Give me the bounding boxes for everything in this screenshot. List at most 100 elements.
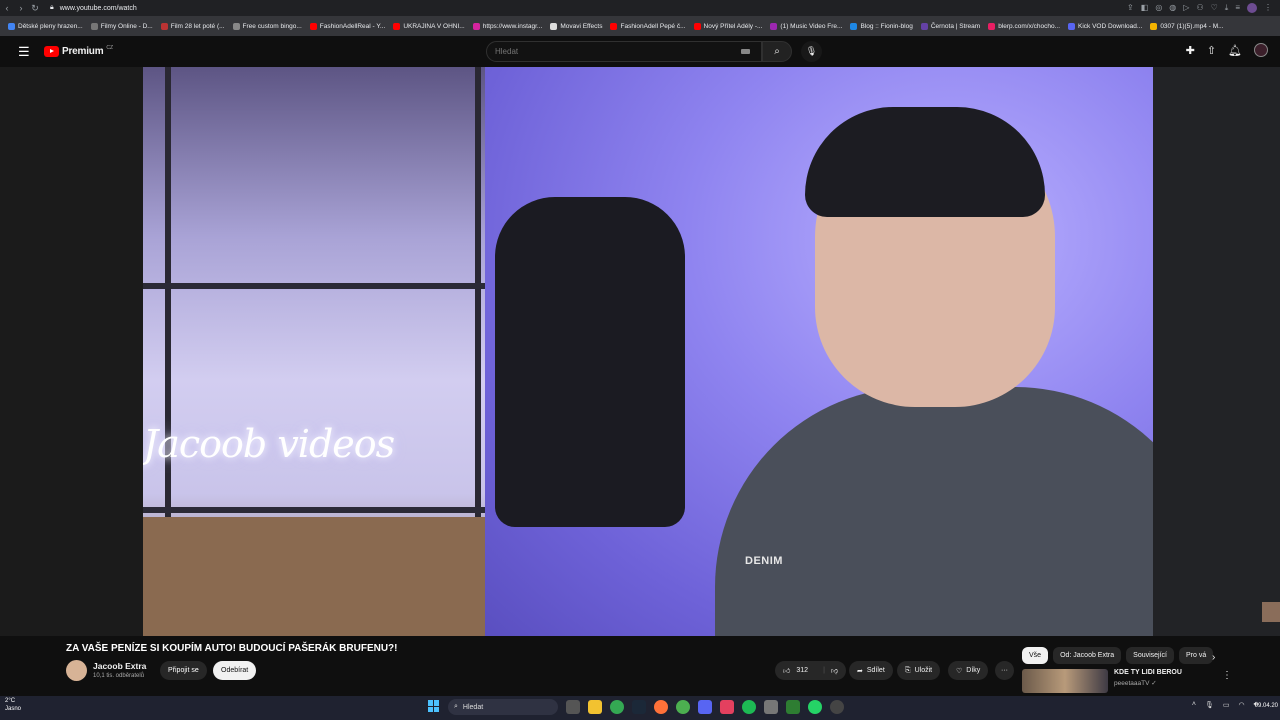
search-icon: ⌕ <box>774 46 780 57</box>
menu-icon[interactable]: ≡ <box>1235 3 1240 13</box>
blog-icon <box>850 22 858 30</box>
discord-icon[interactable] <box>698 700 712 714</box>
weather-widget[interactable]: 2°C Jasno <box>5 697 21 713</box>
clock-date[interactable]: 09.04.20 <box>1255 703 1278 709</box>
reload-icon[interactable]: ↻ <box>28 3 42 14</box>
chevron-up-icon[interactable]: ˄ <box>1192 701 1196 709</box>
side-thumbnail[interactable] <box>1262 602 1280 622</box>
bookmark-item[interactable]: Kick VOD Download... <box>1068 22 1142 30</box>
windows-start-icon[interactable] <box>428 700 440 712</box>
bookmark-item[interactable]: FashionAdell Pepé č... <box>610 22 686 30</box>
recommended-thumbnail[interactable] <box>1022 669 1108 693</box>
bookmark-item[interactable]: blerp.com/x/chocho... <box>988 22 1060 30</box>
bookmark-item[interactable]: (1) Music Video Fre... <box>770 22 842 30</box>
wifi-icon[interactable]: ◠ <box>1238 701 1244 709</box>
shelf-board <box>143 283 485 289</box>
file-explorer-icon[interactable] <box>588 700 602 714</box>
app-icon[interactable] <box>764 700 778 714</box>
bookmark-item[interactable]: Nový Přítel Adély -... <box>693 22 762 30</box>
spotify-icon[interactable] <box>742 700 756 714</box>
account-avatar[interactable] <box>1254 43 1268 57</box>
video-player[interactable]: Jacoob videos DENIM <box>143 67 1153 636</box>
profile-icon[interactable]: ⚇ <box>1196 3 1203 13</box>
chip-from-channel[interactable]: Od: Jacoob Extra <box>1053 647 1122 664</box>
bookmark-item[interactable]: FashionAdellReal - Y... <box>309 22 385 30</box>
firefox-icon[interactable] <box>654 700 668 714</box>
filter-chips: Vše Od: Jacoob Extra Související Pro vá <box>1022 647 1214 664</box>
bookmark-item[interactable]: Film 28 let poté (... <box>160 22 225 30</box>
recommended-channel: peeetaaaTV ✓ <box>1114 679 1182 687</box>
notifications-bell-icon[interactable]: 🔔︎ <box>1228 44 1242 57</box>
chrome-profile-icon[interactable] <box>676 700 690 714</box>
bookmark-item[interactable]: https://www.instagr... <box>472 22 542 30</box>
keyboard-icon[interactable] <box>741 49 750 54</box>
extension-icon[interactable]: ◎ <box>1155 3 1162 13</box>
chip-all[interactable]: Vše <box>1022 647 1049 664</box>
shelf-board <box>143 507 485 513</box>
chip-for-you[interactable]: Pro vá <box>1179 647 1214 664</box>
play-icon[interactable]: ▷ <box>1183 3 1189 13</box>
youtube-logo[interactable]: Premium CZ <box>44 45 113 57</box>
steam-icon[interactable] <box>632 700 646 714</box>
more-actions-button[interactable]: ··· <box>995 661 1014 680</box>
channel-avatar[interactable] <box>66 660 87 681</box>
voice-search-button[interactable]: 🎙︎ <box>801 41 822 62</box>
extension-icon[interactable]: ◧ <box>1141 3 1149 13</box>
forward-icon[interactable]: › <box>14 3 28 13</box>
gaming-chair <box>495 197 685 527</box>
kebab-menu-icon[interactable]: ⋮ <box>1222 670 1232 681</box>
like-button[interactable]: 👍︎ 312 | 👎︎ <box>775 661 846 680</box>
thanks-button[interactable]: ♡ Díky <box>948 661 989 680</box>
bookmarks-bar: Dětské pleny hrazen... Filmy Online - D.… <box>0 16 1280 36</box>
battery-icon[interactable]: ▭ <box>1223 701 1230 709</box>
search-input[interactable] <box>495 47 735 56</box>
theater-right-margin <box>1153 67 1280 636</box>
app-icon[interactable] <box>830 700 844 714</box>
subscriber-count: 10,1 tis. odběratelů <box>93 673 145 679</box>
recommended-video[interactable]: KDE TY LIDI BEROU peeetaaaTV ✓ <box>1022 669 1182 693</box>
video-background-shelves: Jacoob videos <box>143 67 485 636</box>
chip-related[interactable]: Související <box>1126 647 1175 664</box>
save-button[interactable]: ⎘ Uložit <box>897 661 941 680</box>
microphone-icon[interactable]: 🎙︎ <box>1205 701 1214 709</box>
kebab-menu-icon[interactable]: ⋮ <box>1264 3 1272 13</box>
address-bar[interactable]: 🔒︎ www.youtube.com/watch <box>50 4 137 12</box>
download-icon[interactable]: ⤓ <box>1225 3 1229 13</box>
share-page-icon[interactable]: ⇪ <box>1127 3 1134 13</box>
extension-icon[interactable]: ◍ <box>1169 3 1176 13</box>
save-label: Uložit <box>914 667 933 674</box>
opera-icon[interactable] <box>720 700 734 714</box>
chrome-icon[interactable] <box>610 700 624 714</box>
shirt-print: DENIM <box>745 555 783 567</box>
recommended-title: KDE TY LIDI BEROU <box>1114 669 1182 676</box>
recommended-channel-name: peeetaaaTV <box>1114 680 1150 687</box>
bookmark-item[interactable]: Movavi Effects <box>550 22 602 30</box>
app-icon[interactable] <box>786 700 800 714</box>
bookmark-item[interactable]: 0307 (1)(5).mp4 - M... <box>1150 22 1224 30</box>
bookmark-item[interactable]: UKRAJINA V OHNI... <box>393 22 465 30</box>
weather-temp: 2°C <box>5 698 16 704</box>
bookmark-item[interactable]: Dětské pleny hrazen... <box>8 22 83 30</box>
taskbar-search[interactable]: ⌕ Hledat <box>448 699 558 715</box>
join-button[interactable]: Připojit se <box>160 661 207 680</box>
channel-name[interactable]: Jacoob Extra <box>93 661 146 671</box>
subscribe-button[interactable]: Odebírat <box>213 661 257 680</box>
heart-icon[interactable]: ♡ <box>1211 3 1218 13</box>
youtube-icon <box>693 22 701 30</box>
bookmark-item[interactable]: Černota | Stream <box>920 22 980 30</box>
share-button[interactable]: ➦ Sdílet <box>849 661 893 680</box>
bookmark-item[interactable]: Free custom bingo... <box>232 22 302 30</box>
bookmark-item[interactable]: Blog :: Fionin-blog <box>850 22 913 30</box>
bookmark-item[interactable]: Filmy Online - D... <box>90 22 153 30</box>
avatar[interactable] <box>1247 3 1257 13</box>
whatsapp-icon[interactable] <box>808 700 822 714</box>
back-icon[interactable]: ‹ <box>0 3 14 13</box>
share-icon: ➦ <box>857 667 863 675</box>
chevron-right-icon[interactable]: › <box>1212 652 1215 663</box>
search-button[interactable]: ⌕ <box>762 41 792 62</box>
upload-icon[interactable]: ⇧ <box>1207 44 1216 57</box>
hamburger-menu-icon[interactable]: ☰ <box>18 44 32 60</box>
task-view-icon[interactable] <box>566 700 580 714</box>
create-icon[interactable]: ✚ <box>1186 44 1195 57</box>
thumbs-down-icon[interactable]: 👎︎ <box>831 666 838 675</box>
